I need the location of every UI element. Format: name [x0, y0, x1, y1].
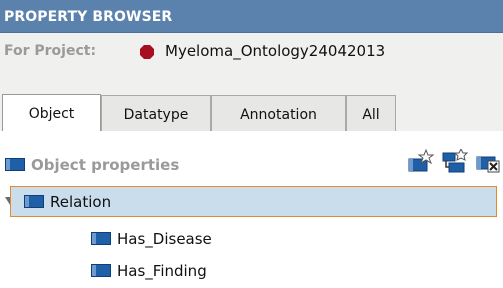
tab-datatype-label: Datatype: [123, 107, 189, 123]
object-property-icon: [5, 158, 25, 171]
selected-row-highlight[interactable]: Relation: [10, 186, 497, 217]
tab-all[interactable]: All: [346, 95, 396, 131]
tab-annotation-label: Annotation: [240, 107, 317, 123]
create-property-icon[interactable]: [408, 149, 434, 173]
panel-header: PROPERTY BROWSER: [0, 0, 503, 33]
project-name: Myeloma_Ontology24042013: [165, 42, 386, 60]
tab-object-label: Object: [28, 106, 75, 122]
tab-annotation[interactable]: Annotation: [211, 95, 346, 131]
tab-object[interactable]: Object: [2, 94, 101, 132]
project-label: For Project:: [4, 43, 97, 59]
tab-all-label: All: [362, 107, 380, 123]
tree-row-has-finding[interactable]: Has_Finding: [0, 256, 503, 288]
panel-title: PROPERTY BROWSER: [4, 9, 173, 25]
tree-item-label: Has_Disease: [117, 230, 212, 248]
object-property-icon: [91, 232, 111, 245]
object-property-icon: [91, 264, 111, 277]
tree-item-label: Has_Finding: [117, 262, 207, 280]
red-hexagon-icon: [140, 45, 154, 59]
project-row: For Project: Myeloma_Ontology24042013: [0, 33, 503, 69]
tree-row-has-disease[interactable]: Has_Disease: [0, 224, 503, 256]
tab-datatype[interactable]: Datatype: [101, 95, 211, 131]
tab-strip: Object Datatype Annotation All: [0, 69, 503, 132]
property-browser-window: PROPERTY BROWSER For Project: Myeloma_On…: [0, 0, 503, 286]
delete-property-icon[interactable]: [476, 149, 502, 173]
create-subproperty-icon[interactable]: [442, 149, 468, 173]
tree-row-relation[interactable]: Relation: [0, 186, 503, 218]
object-property-icon: [24, 195, 44, 208]
property-tree: Relation Has_Disease Has_Finding: [0, 186, 503, 286]
tree-item-label: Relation: [50, 193, 112, 211]
section-title: Object properties: [31, 156, 180, 174]
object-properties-header: Object properties: [0, 131, 503, 186]
